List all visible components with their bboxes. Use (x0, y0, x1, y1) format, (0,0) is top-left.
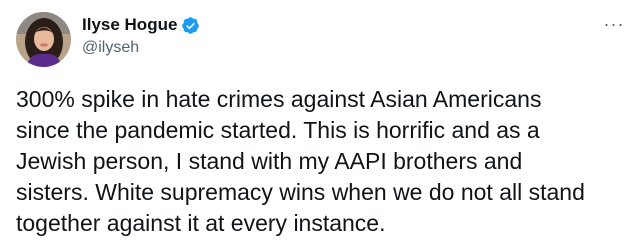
tweet-text: 300% spike in hate crimes against Asian … (16, 84, 624, 239)
tweet-text-line: sisters. White supremacy wins when we do… (16, 179, 585, 205)
verified-badge-icon (181, 16, 200, 35)
more-options-icon[interactable]: ··· (602, 14, 626, 34)
tweet-text-line: since the pandemic started. This is horr… (16, 117, 540, 143)
tweet-text-line: together against it at every instance. (16, 210, 386, 236)
tweet-text-line: 300% spike in hate crimes against Asian … (16, 86, 542, 112)
author-name-row[interactable]: Ilyse Hogue (82, 15, 200, 35)
avatar-image (16, 12, 71, 67)
author-display-name[interactable]: Ilyse Hogue (82, 15, 177, 35)
tweet-card: Ilyse Hogue @ilyseh ··· 300% spike in ha… (0, 0, 640, 247)
author-handle[interactable]: @ilyseh (82, 38, 139, 58)
avatar[interactable] (16, 12, 71, 67)
tweet-text-line: Jewish person, I stand with my AAPI brot… (16, 148, 523, 174)
